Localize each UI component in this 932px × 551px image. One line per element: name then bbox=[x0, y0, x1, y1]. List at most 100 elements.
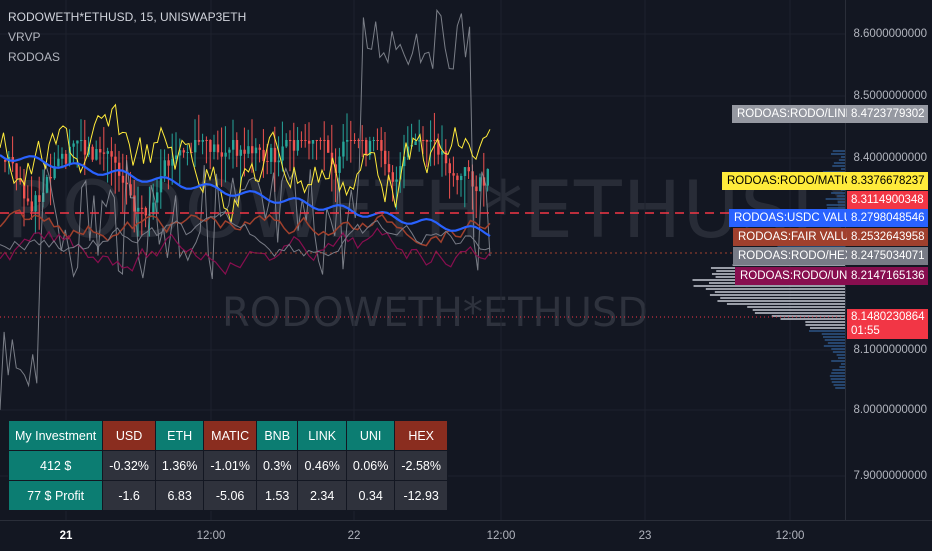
price-badge-fair: 8.2532643958 bbox=[847, 228, 928, 246]
cell-matic-profit: -5.06 bbox=[203, 480, 257, 511]
investment-profit-row: 77 $ Profit -1.6 6.83 -5.06 1.53 2.34 0.… bbox=[7, 480, 448, 511]
candle-body bbox=[83, 140, 87, 155]
label-rodo-hex: RODOAS:RODO/HEX bbox=[733, 247, 858, 265]
candle-body bbox=[167, 160, 170, 166]
volume-profile-bar bbox=[832, 165, 845, 167]
investment-header-row: My Investment USD ETH MATIC BNB LINK UNI… bbox=[7, 420, 448, 451]
cell-eth-percent: 1.36% bbox=[154, 450, 205, 481]
candle-body bbox=[372, 140, 375, 141]
time-tick: 23 bbox=[638, 530, 652, 542]
current-price-badge: 8.1480230864 01:55 bbox=[847, 309, 928, 339]
time-axis[interactable]: 21 12:00 22 12:00 23 12:00 bbox=[0, 520, 932, 551]
volume-profile-bar bbox=[780, 318, 845, 320]
candle-body bbox=[315, 140, 318, 141]
candle-body bbox=[387, 164, 391, 173]
volume-profile-bar bbox=[835, 387, 845, 389]
candle-body bbox=[448, 163, 451, 174]
candle-body bbox=[444, 150, 448, 164]
cell-usd-profit: -1.6 bbox=[102, 480, 156, 511]
volume-profile-bar bbox=[831, 372, 845, 374]
volume-profile-bar bbox=[830, 153, 845, 155]
candle-body bbox=[460, 175, 463, 181]
candle-body bbox=[266, 160, 269, 162]
current-price-value: 8.1480230864 bbox=[851, 311, 925, 323]
volume-profile-bar bbox=[831, 360, 845, 362]
candle-body bbox=[163, 160, 166, 177]
header-link: LINK bbox=[297, 420, 347, 451]
candle-body bbox=[289, 140, 292, 141]
chart-pane[interactable]: RODOWETH*ETHUSD RODOWETH*ETHUSD RODOWETH… bbox=[0, 0, 845, 520]
volume-profile-bar bbox=[832, 150, 845, 152]
candle-body bbox=[281, 146, 284, 161]
symbol-legend[interactable]: RODOWETH*ETHUSD, 15, UNISWAP3ETH bbox=[8, 10, 246, 24]
candle-body bbox=[34, 195, 37, 212]
cell-usd-percent: -0.32% bbox=[102, 450, 156, 481]
rodoas-indicator-legend[interactable]: RODOAS bbox=[8, 50, 60, 64]
candle-body bbox=[452, 173, 455, 176]
candle-body bbox=[414, 141, 417, 146]
cell-uni-profit: 0.34 bbox=[345, 480, 396, 511]
candle-body bbox=[220, 152, 223, 157]
time-tick: 12:00 bbox=[196, 530, 226, 542]
price-badge-matic: 8.3376678237 bbox=[847, 172, 928, 190]
volume-profile-bar bbox=[829, 375, 845, 377]
volume-profile-bar bbox=[830, 378, 845, 380]
volume-profile-bar bbox=[831, 348, 845, 350]
time-tick: 22 bbox=[347, 530, 361, 542]
candle-body bbox=[273, 147, 277, 163]
volume-profile-bar bbox=[826, 204, 845, 206]
volume-profile-bar bbox=[825, 198, 845, 200]
candle-body bbox=[205, 140, 208, 141]
candle-body bbox=[144, 207, 147, 216]
cell-uni-percent: 0.06% bbox=[345, 450, 396, 481]
candle-body bbox=[467, 167, 470, 172]
candle-body bbox=[110, 151, 113, 157]
price-badge-red: 8.3114900348 bbox=[847, 191, 928, 209]
candle-body bbox=[30, 201, 33, 212]
candle-body bbox=[194, 140, 197, 153]
candle-body bbox=[224, 152, 227, 157]
candle-body bbox=[201, 140, 204, 142]
label-fair-value: RODOAS:FAIR VALUE bbox=[733, 228, 862, 246]
cell-hex-percent: -2.58% bbox=[394, 450, 448, 481]
cell-bnb-profit: 1.53 bbox=[255, 480, 299, 511]
candle-body bbox=[213, 144, 216, 152]
candle-body bbox=[99, 149, 102, 153]
volume-profile-bar bbox=[714, 291, 845, 293]
volume-profile-bar bbox=[836, 354, 845, 356]
label-rodo-matic: RODOAS:RODO/MATIC bbox=[722, 172, 858, 190]
candle-body bbox=[156, 192, 159, 203]
volume-profile-bar bbox=[822, 336, 845, 338]
header-usd: USD bbox=[102, 420, 156, 451]
candle-body bbox=[186, 151, 189, 153]
volume-profile-bar bbox=[752, 309, 845, 311]
candle-body bbox=[429, 140, 432, 142]
candle-body bbox=[121, 175, 125, 183]
rodo-uni-line bbox=[0, 227, 491, 276]
candle-body bbox=[365, 140, 368, 156]
candle-body bbox=[342, 141, 345, 157]
candle-body bbox=[72, 143, 75, 147]
volume-profile-bar bbox=[747, 306, 845, 308]
volume-profile-bar bbox=[831, 192, 845, 194]
candle-body bbox=[102, 152, 106, 154]
cell-profit-amount: 77 $ Profit bbox=[7, 480, 104, 511]
candle-body bbox=[137, 207, 140, 212]
candle-body bbox=[327, 140, 330, 153]
candle-body bbox=[357, 140, 360, 141]
candle-body bbox=[296, 140, 299, 151]
candle-body bbox=[239, 149, 242, 156]
vrvp-indicator-legend[interactable]: VRVP bbox=[8, 30, 40, 44]
price-tick: 8.6000000000 bbox=[853, 28, 927, 40]
candle-body bbox=[277, 160, 280, 163]
volume-profile-bar bbox=[837, 195, 845, 197]
price-badge-uni: 8.2147165136 bbox=[847, 267, 928, 285]
price-badge-usdc: 8.2798048546 bbox=[847, 209, 928, 227]
candle-body bbox=[209, 140, 212, 152]
volume-profile-bar bbox=[709, 294, 845, 296]
candle-body bbox=[384, 150, 387, 165]
candle-body bbox=[463, 167, 467, 176]
cell-hex-profit: -12.93 bbox=[394, 480, 448, 511]
header-hex: HEX bbox=[394, 420, 448, 451]
candle-body bbox=[235, 140, 239, 156]
